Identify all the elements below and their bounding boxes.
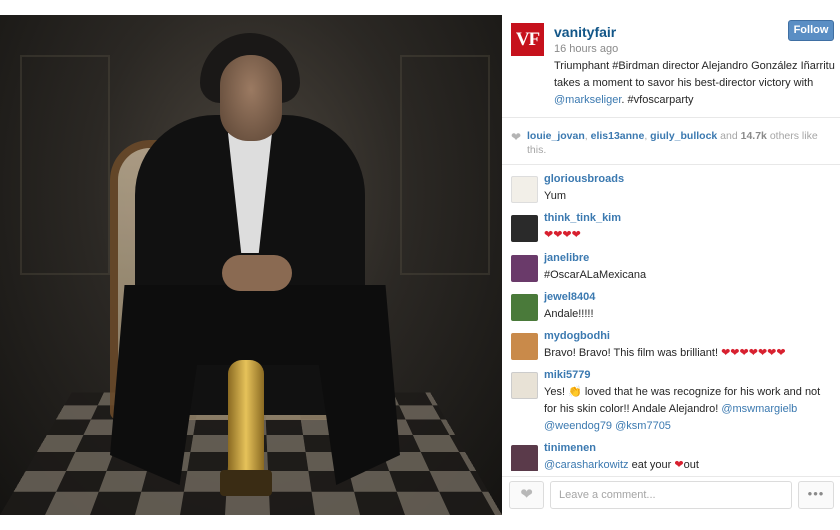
comment-item: janelibre #OscarALaMexicana bbox=[502, 252, 840, 288]
comment-item: miki5779 Yes! 👏 loved that he was recogn… bbox=[502, 369, 840, 437]
caption-text: Triumphant #Birdman director Alejandro G… bbox=[554, 60, 835, 89]
comment-item: jewel8404 Andale!!!!! bbox=[502, 291, 840, 327]
comment-text: Yum bbox=[544, 190, 567, 202]
comment-username[interactable]: miki5779 bbox=[544, 369, 590, 381]
comment-text: ❤❤❤❤ bbox=[544, 229, 581, 241]
post-username[interactable]: vanityfair bbox=[554, 24, 616, 40]
likes-section: ❤ louie_jovan, elis13anne, giuly_bullock… bbox=[502, 119, 840, 165]
clap-emoji: 👏 bbox=[568, 386, 582, 398]
comment-footer: ❤ ••• bbox=[502, 476, 840, 515]
post-photo[interactable] bbox=[0, 15, 502, 515]
liker-link[interactable]: louie_jovan bbox=[527, 130, 585, 142]
comments-list[interactable]: gloriousbroads Yum think_tink_kim ❤❤❤❤ j… bbox=[502, 166, 840, 471]
comment-item: tinimenen @carasharkowitz eat your ❤out bbox=[502, 442, 840, 471]
like-button[interactable]: ❤ bbox=[509, 481, 544, 509]
wall-panel bbox=[20, 55, 110, 275]
post-timestamp[interactable]: 16 hours ago bbox=[554, 43, 618, 55]
comment-username[interactable]: janelibre bbox=[544, 252, 589, 264]
mention-link[interactable]: @mswmargielb bbox=[721, 403, 797, 415]
comment-item: mydogbodhi Bravo! Bravo! This film was b… bbox=[502, 330, 840, 366]
comment-text: #OscarALaMexicana bbox=[544, 269, 647, 281]
comment-item: gloriousbroads Yum bbox=[502, 173, 840, 209]
likes-summary: louie_jovan, elis13anne, giuly_bullock a… bbox=[527, 129, 827, 157]
comment-text: Bravo! Bravo! This film was brilliant! ❤… bbox=[544, 345, 834, 362]
post-header: VF vanityfair 16 hours ago Follow Triump… bbox=[502, 15, 840, 118]
likes-count[interactable]: 14.7k bbox=[741, 130, 767, 142]
mention-link[interactable]: @ksm7705 bbox=[615, 420, 671, 432]
mention-link[interactable]: @carasharkowitz bbox=[544, 459, 629, 471]
clasped-hands bbox=[222, 255, 292, 291]
face bbox=[220, 55, 282, 141]
vanityfair-avatar[interactable]: VF bbox=[511, 23, 544, 56]
comment-username[interactable]: jewel8404 bbox=[544, 291, 595, 303]
follow-button[interactable]: Follow bbox=[788, 20, 834, 41]
caption-mention-link[interactable]: @markseliger bbox=[554, 94, 621, 106]
comment-text: @carasharkowitz eat your ❤out bbox=[544, 457, 834, 471]
avatar[interactable] bbox=[511, 176, 538, 203]
comment-username[interactable]: mydogbodhi bbox=[544, 330, 610, 342]
hearts-emoji: ❤❤❤❤❤❤❤ bbox=[721, 347, 786, 359]
wall-panel bbox=[400, 55, 490, 275]
mention-link[interactable]: @weendog79 bbox=[544, 420, 612, 432]
heart-icon: ❤ bbox=[511, 130, 522, 144]
avatar[interactable] bbox=[511, 255, 538, 282]
heart-emoji: ❤ bbox=[674, 459, 684, 471]
post-side-panel: VF vanityfair 16 hours ago Follow Triump… bbox=[502, 15, 840, 515]
comment-username[interactable]: think_tink_kim bbox=[544, 212, 621, 224]
liker-link[interactable]: elis13anne bbox=[591, 130, 645, 142]
heart-icon: ❤ bbox=[520, 486, 533, 503]
comment-item: think_tink_kim ❤❤❤❤ bbox=[502, 212, 840, 248]
more-options-button[interactable]: ••• bbox=[798, 481, 834, 509]
caption-hashtag: . #vfoscarparty bbox=[621, 94, 694, 106]
avatar[interactable] bbox=[511, 215, 538, 242]
likes-and: and bbox=[717, 130, 741, 142]
comment-username[interactable]: tinimenen bbox=[544, 442, 596, 454]
comment-text-part: out bbox=[683, 459, 699, 471]
comment-text-part: Yes! bbox=[544, 386, 569, 398]
comment-username[interactable]: gloriousbroads bbox=[544, 173, 624, 185]
comment-text-part: eat your bbox=[628, 459, 675, 471]
comment-text-part: Bravo! Bravo! This film was brilliant! bbox=[544, 347, 722, 359]
avatar[interactable] bbox=[511, 372, 538, 399]
avatar[interactable] bbox=[511, 333, 538, 360]
oscar-base bbox=[220, 470, 272, 496]
avatar[interactable] bbox=[511, 445, 538, 471]
avatar[interactable] bbox=[511, 294, 538, 321]
liker-link[interactable]: giuly_bullock bbox=[650, 130, 717, 142]
post-caption: Triumphant #Birdman director Alejandro G… bbox=[554, 58, 836, 109]
comment-input[interactable] bbox=[550, 481, 792, 509]
comment-text: Yes! 👏 loved that he was recognize for h… bbox=[544, 384, 834, 435]
comment-text: Andale!!!!! bbox=[544, 308, 594, 320]
